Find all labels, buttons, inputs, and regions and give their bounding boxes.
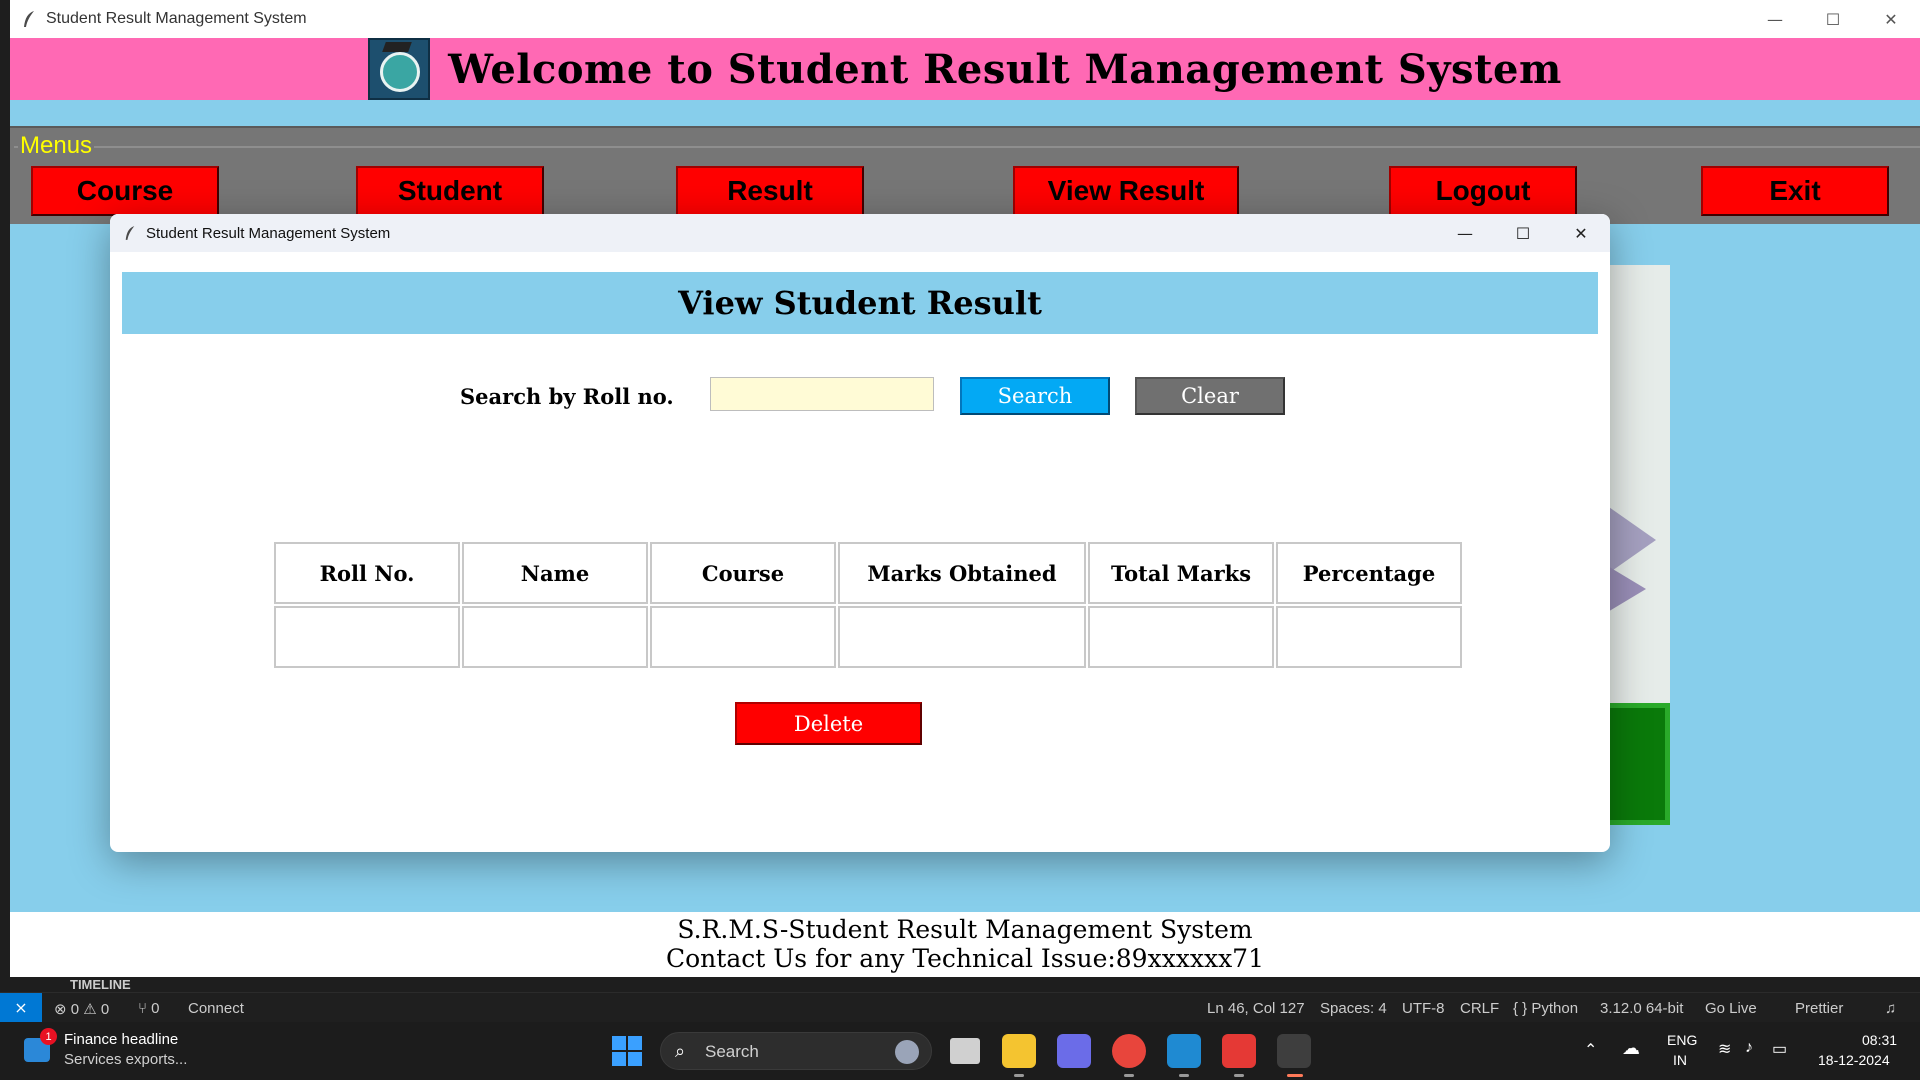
popup-minimize-button[interactable]: — <box>1436 214 1494 252</box>
file-explorer-indicator <box>1014 1074 1024 1077</box>
menu-frame: Menus Course Student Result View Result … <box>10 126 1920 224</box>
logo-icon <box>368 38 431 100</box>
view-result-window: Student Result Management System — ☐ ✕ V… <box>110 214 1610 852</box>
cloud-icon[interactable]: ☁ <box>1622 1038 1640 1059</box>
result-button[interactable]: Result <box>676 166 864 216</box>
news-subtitle[interactable]: Services exports... <box>64 1051 187 1068</box>
menu-frame-border <box>14 146 1920 148</box>
problems-status[interactable]: ⊗ 0 ⚠ 0 <box>54 1000 109 1018</box>
search-icon: ⌕ <box>675 1041 686 1061</box>
footer-line-2: Contact Us for any Technical Issue:89xxx… <box>666 944 1264 973</box>
language-status[interactable]: { } Python <box>1513 1000 1578 1017</box>
vscode-indicator <box>1179 1074 1189 1077</box>
windows-start-icon[interactable] <box>612 1036 642 1066</box>
prettier-status[interactable]: Prettier <box>1795 1000 1843 1017</box>
cell-percentage <box>1276 606 1462 668</box>
menu-legend: Menus <box>18 132 95 160</box>
main-window-title: Student Result Management System <box>46 10 307 27</box>
logout-button[interactable]: Logout <box>1389 166 1577 216</box>
cell-name <box>462 606 648 668</box>
timeline-label: TIMELINE <box>70 977 131 992</box>
task-view-icon[interactable] <box>950 1038 980 1064</box>
header-total-marks: Total Marks <box>1088 542 1274 604</box>
page-title: View Student Result <box>122 272 1598 334</box>
header-marks-obtained: Marks Obtained <box>838 542 1086 604</box>
header-roll-no: Roll No. <box>274 542 460 604</box>
cursor-position-status[interactable]: Ln 46, Col 127 <box>1207 1000 1305 1017</box>
course-button[interactable]: Course <box>31 166 219 216</box>
feather-icon <box>24 11 34 27</box>
file-explorer-icon[interactable] <box>1002 1034 1036 1068</box>
interpreter-status[interactable]: 3.12.0 64-bit <box>1600 1000 1683 1017</box>
popup-titlebar: Student Result Management System — ☐ ✕ <box>110 214 1610 252</box>
background-green-panel <box>1606 703 1670 825</box>
header-course: Course <box>650 542 836 604</box>
windows-taskbar: 1 Finance headline Services exports... ⌕… <box>0 1022 1920 1080</box>
wps-office-icon[interactable] <box>1222 1034 1256 1068</box>
background-image <box>1606 265 1670 705</box>
news-title[interactable]: Finance headline <box>64 1031 178 1048</box>
language-bottom[interactable]: IN <box>1673 1052 1687 1068</box>
search-button[interactable]: Search <box>960 377 1110 415</box>
footer: S.R.M.S-Student Result Management System… <box>10 912 1920 977</box>
roll-no-search-input[interactable] <box>710 377 934 411</box>
popup-close-button[interactable]: ✕ <box>1552 214 1610 252</box>
cell-roll-no <box>274 606 460 668</box>
timeline-panel[interactable]: TIMELINE <box>0 977 1920 992</box>
minimize-button[interactable]: — <box>1746 0 1804 38</box>
wps-indicator <box>1234 1074 1244 1077</box>
wifi-icon[interactable]: ≋ <box>1718 1039 1731 1059</box>
go-live-status[interactable]: Go Live <box>1705 1000 1757 1017</box>
header-name: Name <box>462 542 648 604</box>
chrome-indicator <box>1124 1074 1134 1077</box>
taskbar-search-placeholder: Search <box>705 1042 759 1061</box>
popup-window-title: Student Result Management System <box>146 224 391 242</box>
header-percentage: Percentage <box>1276 542 1462 604</box>
python-app-icon[interactable] <box>1277 1034 1311 1068</box>
cell-course <box>650 606 836 668</box>
python-app-indicator <box>1287 1074 1303 1077</box>
search-label: Search by Roll no. <box>460 384 674 409</box>
popup-maximize-button[interactable]: ☐ <box>1494 214 1552 252</box>
remote-indicator-icon[interactable]: ⨯ <box>0 993 42 1022</box>
vscode-statusbar: ⨯ ⊗ 0 ⚠ 0 ⑂ 0 Connect Ln 46, Col 127 Spa… <box>0 992 1920 1022</box>
ports-status[interactable]: ⑂ 0 <box>138 1000 160 1017</box>
vscode-icon[interactable] <box>1167 1034 1201 1068</box>
view-result-button[interactable]: View Result <box>1013 166 1239 216</box>
delete-button[interactable]: Delete <box>735 702 922 745</box>
eol-status[interactable]: CRLF <box>1460 1000 1499 1017</box>
main-window-controls: — ☐ ✕ <box>1746 0 1920 38</box>
clear-button[interactable]: Clear <box>1135 377 1285 415</box>
news-badge: 1 <box>40 1028 57 1045</box>
footer-line-1: S.R.M.S-Student Result Management System <box>677 915 1253 944</box>
chrome-icon[interactable] <box>1112 1034 1146 1068</box>
exit-button[interactable]: Exit <box>1701 166 1889 216</box>
result-table: Roll No. Name Course Marks Obtained Tota… <box>272 540 1464 670</box>
bell-icon[interactable]: ♫ <box>1885 1000 1896 1017</box>
table-header-row: Roll No. Name Course Marks Obtained Tota… <box>274 542 1462 604</box>
taskbar-search[interactable]: ⌕ Search <box>660 1032 932 1070</box>
chevron-up-icon[interactable]: ⌃ <box>1584 1040 1597 1060</box>
student-button[interactable]: Student <box>356 166 544 216</box>
cell-total-marks <box>1088 606 1274 668</box>
language-top[interactable]: ENG <box>1667 1032 1697 1048</box>
cell-marks-obtained <box>838 606 1086 668</box>
main-titlebar: Student Result Management System — ☐ ✕ <box>10 0 1920 38</box>
clock-time[interactable]: 08:31 <box>1862 1032 1897 1048</box>
table-row <box>274 606 1462 668</box>
indentation-status[interactable]: Spaces: 4 <box>1320 1000 1387 1017</box>
speaker-icon[interactable]: ♪ <box>1745 1039 1753 1057</box>
encoding-status[interactable]: UTF-8 <box>1402 1000 1445 1017</box>
battery-icon[interactable]: ▭ <box>1772 1039 1787 1059</box>
bing-icon <box>895 1040 919 1064</box>
welcome-banner: Welcome to Student Result Management Sys… <box>10 38 1920 100</box>
feather-icon <box>125 226 135 240</box>
close-button[interactable]: ✕ <box>1862 0 1920 38</box>
maximize-button[interactable]: ☐ <box>1804 0 1862 38</box>
clock-date[interactable]: 18-12-2024 <box>1818 1052 1890 1068</box>
connect-status[interactable]: Connect <box>188 1000 244 1017</box>
banner-title: Welcome to Student Result Management Sys… <box>448 45 1562 93</box>
popup-window-controls: — ☐ ✕ <box>1436 214 1610 252</box>
copilot-icon[interactable] <box>1057 1034 1091 1068</box>
